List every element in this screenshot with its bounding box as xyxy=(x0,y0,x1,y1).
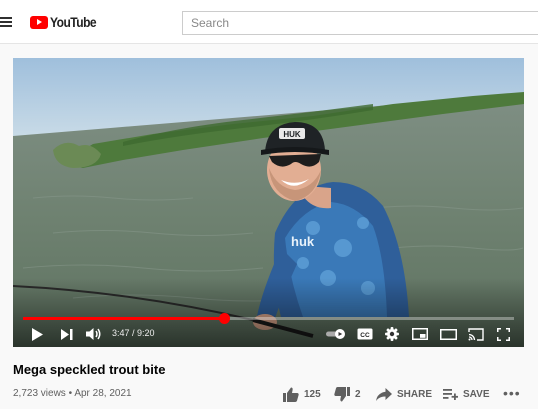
logo-text: YouTube xyxy=(50,14,97,30)
next-button[interactable] xyxy=(57,321,77,347)
save-button[interactable]: SAVE xyxy=(443,384,490,404)
share-icon xyxy=(376,387,392,401)
fullscreen-icon xyxy=(496,327,510,341)
like-button[interactable]: 125 xyxy=(283,384,321,404)
cast-icon xyxy=(468,327,484,341)
add-to-playlist-icon xyxy=(443,389,458,400)
theater-icon xyxy=(439,328,457,340)
search-input[interactable] xyxy=(183,12,538,34)
fullscreen-button[interactable] xyxy=(492,321,514,347)
progress-bar[interactable] xyxy=(23,313,514,324)
play-button[interactable] xyxy=(27,321,47,347)
cast-button[interactable] xyxy=(465,321,487,347)
volume-icon xyxy=(86,328,101,340)
video-meta: 2,723 views • Apr 28, 2021 xyxy=(13,388,132,399)
theater-mode-button[interactable] xyxy=(437,321,459,347)
more-actions-button[interactable]: ••• xyxy=(503,386,521,400)
thumbs-up-icon xyxy=(283,387,299,402)
cap-logo: HUK xyxy=(283,130,301,139)
video-title: Mega speckled trout bite xyxy=(13,362,166,377)
hamburger-menu-icon[interactable] xyxy=(0,17,12,27)
dislike-count: 2 xyxy=(355,388,361,400)
youtube-play-logo-icon xyxy=(30,15,48,29)
save-label: SAVE xyxy=(463,388,490,400)
next-icon xyxy=(61,328,73,340)
like-count: 125 xyxy=(304,388,321,400)
settings-icon xyxy=(385,327,399,341)
video-player[interactable]: huk HUK 3:47 / 9:20 CC xyxy=(13,58,524,347)
autoplay-toggle-icon xyxy=(326,329,345,339)
top-bar: YouTube xyxy=(0,0,538,44)
time-display: 3:47 / 9:20 xyxy=(112,328,155,338)
share-label: SHARE xyxy=(397,388,433,400)
progress-played xyxy=(23,317,225,320)
play-icon xyxy=(32,327,43,341)
subtitles-icon: CC xyxy=(357,328,373,340)
youtube-logo[interactable]: YouTube xyxy=(30,13,104,31)
thumbs-down-icon xyxy=(334,386,350,401)
player-controls: 3:47 / 9:20 CC xyxy=(13,321,524,347)
miniplayer-icon xyxy=(412,328,428,340)
settings-button[interactable] xyxy=(382,321,402,347)
dislike-button[interactable]: 2 xyxy=(334,384,361,404)
autoplay-toggle[interactable] xyxy=(325,321,347,347)
svg-text:CC: CC xyxy=(360,332,370,339)
shirt-logo: huk xyxy=(291,234,315,249)
volume-button[interactable] xyxy=(83,321,105,347)
miniplayer-button[interactable] xyxy=(409,321,431,347)
video-frame: huk HUK xyxy=(13,58,524,347)
search-box[interactable] xyxy=(182,11,538,35)
share-button[interactable]: SHARE xyxy=(376,384,432,404)
subtitles-button[interactable]: CC xyxy=(355,321,375,347)
